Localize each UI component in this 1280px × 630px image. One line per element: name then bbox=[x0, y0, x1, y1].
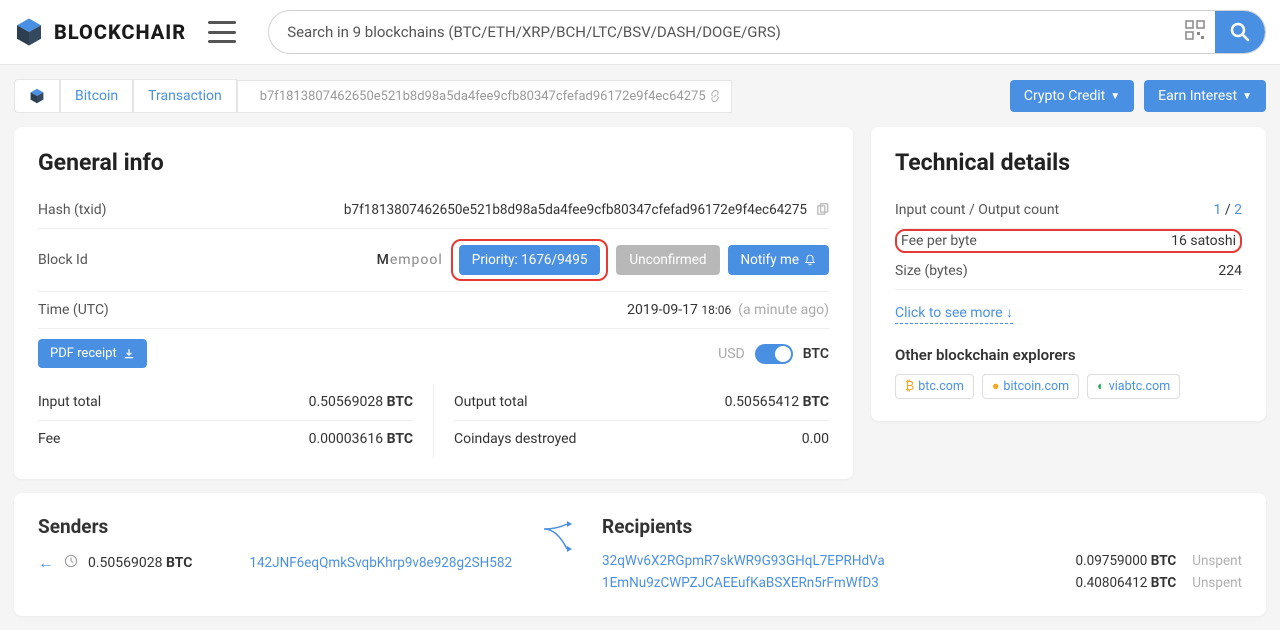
recipient-address-1[interactable]: 32qWv6X2RGpmR7skWR9G93GHqL7EPRHdVa bbox=[602, 553, 885, 569]
mempool-label: Mempool bbox=[377, 252, 443, 268]
time-label: Time (UTC) bbox=[38, 302, 109, 318]
breadcrumb-coin[interactable]: Bitcoin bbox=[60, 79, 133, 113]
sender-address[interactable]: 142JNF6eqQmkSvqbKhrp9v8e928g2SH582 bbox=[249, 555, 512, 571]
recipient-row-2: 1EmNu9zCWPZJCAEEufKaBSXERn5rFmWfD3 0.408… bbox=[602, 572, 1242, 594]
search-icon bbox=[1230, 22, 1250, 42]
site-header: BLOCKCHAIR Search in 9 blockchains (BTC/… bbox=[0, 0, 1280, 65]
hash-label: Hash (txid) bbox=[38, 202, 107, 218]
unspent-badge: Unspent bbox=[1192, 553, 1242, 569]
explorer-viabtc-com[interactable]: ◐viabtc.com bbox=[1087, 374, 1180, 399]
recipient-address-2[interactable]: 1EmNu9zCWPZJCAEEufKaBSXERn5rFmWfD3 bbox=[602, 575, 879, 591]
priority-badge[interactable]: Priority: 1676/9495 bbox=[459, 245, 601, 275]
see-more-link[interactable]: Click to see more ↓ bbox=[895, 304, 1013, 324]
flow-connector-icon bbox=[542, 515, 572, 563]
logo-cube-icon bbox=[14, 17, 44, 47]
breadcrumb-bar: Bitcoin Transaction b7f1813807462650e521… bbox=[0, 65, 1280, 113]
bell-icon bbox=[804, 254, 816, 266]
recipients-title: Recipients bbox=[602, 515, 1242, 538]
io-count-row: Input count / Output count 1 / 2 bbox=[895, 192, 1242, 229]
explorer-bitcoin-com[interactable]: ●bitcoin.com bbox=[982, 374, 1079, 399]
menu-button[interactable] bbox=[208, 21, 236, 43]
hash-value: b7f1813807462650e521b8d98a5da4fee9cfb803… bbox=[344, 202, 807, 218]
coin-icon bbox=[29, 88, 45, 104]
pdf-receipt-button[interactable]: PDF receipt bbox=[38, 339, 147, 368]
search-bar: Search in 9 blockchains (BTC/ETH/XRP/BCH… bbox=[268, 10, 1266, 54]
currency-toggle: USD BTC bbox=[718, 344, 829, 364]
fee-row: Fee 0.00003616 BTC bbox=[38, 421, 413, 457]
controls-row: PDF receipt USD BTC bbox=[38, 329, 829, 378]
output-total-row: Output total 0.50565412 BTC bbox=[454, 384, 829, 421]
coindays-row: Coindays destroyed 0.00 bbox=[454, 421, 829, 457]
breadcrumb-type[interactable]: Transaction bbox=[133, 79, 237, 113]
unspent-badge: Unspent bbox=[1192, 575, 1242, 591]
qr-icon[interactable] bbox=[1175, 20, 1215, 44]
general-info-card: General info Hash (txid) b7f181380746265… bbox=[14, 127, 853, 479]
logo-text: BLOCKCHAIR bbox=[54, 20, 186, 44]
senders-recipients-card: Senders ← 0.50569028 BTC 142JNF6eqQmkSvq… bbox=[14, 493, 1266, 616]
block-id-row: Block Id Mempool Priority: 1676/9495 Unc… bbox=[38, 229, 829, 292]
clock-icon bbox=[64, 554, 78, 572]
breadcrumb-home[interactable] bbox=[14, 79, 60, 113]
back-arrow-icon[interactable]: ← bbox=[38, 553, 54, 573]
hash-row: Hash (txid) b7f1813807462650e521b8d98a5d… bbox=[38, 192, 829, 229]
breadcrumb-txid: b7f1813807462650e521b8d98a5da4fee9cfb803… bbox=[237, 80, 732, 113]
input-total-row: Input total 0.50569028 BTC bbox=[38, 384, 413, 421]
download-icon bbox=[123, 348, 135, 360]
sender-row: ← 0.50569028 BTC 142JNF6eqQmkSvqbKhrp9v8… bbox=[38, 550, 512, 576]
fee-per-byte-row: Fee per byte 16 satoshi bbox=[895, 229, 1242, 253]
crypto-credit-button[interactable]: Crypto Credit▼ bbox=[1010, 80, 1134, 112]
technical-details-card: Technical details Input count / Output c… bbox=[871, 127, 1266, 421]
copy-icon[interactable] bbox=[815, 203, 829, 217]
senders-title: Senders bbox=[38, 515, 512, 538]
time-row: Time (UTC) 2019-09-17 18:06 (a minute ag… bbox=[38, 292, 829, 329]
unconfirmed-badge: Unconfirmed bbox=[616, 245, 719, 275]
explorer-btc-com[interactable]: ₿btc.com bbox=[895, 374, 974, 399]
notify-button[interactable]: Notify me bbox=[728, 245, 829, 275]
technical-title: Technical details bbox=[895, 149, 1242, 176]
other-explorers-title: Other blockchain explorers bbox=[895, 346, 1242, 364]
search-input[interactable]: Search in 9 blockchains (BTC/ETH/XRP/BCH… bbox=[269, 23, 1175, 41]
earn-interest-button[interactable]: Earn Interest▼ bbox=[1144, 80, 1266, 112]
general-info-title: General info bbox=[38, 149, 829, 176]
link-icon[interactable] bbox=[709, 90, 721, 102]
search-button[interactable] bbox=[1215, 10, 1265, 54]
logo[interactable]: BLOCKCHAIR bbox=[14, 17, 186, 47]
usd-btc-toggle[interactable] bbox=[755, 344, 793, 364]
breadcrumb: Bitcoin Transaction b7f1813807462650e521… bbox=[14, 79, 1000, 113]
recipient-row-1: 32qWv6X2RGpmR7skWR9G93GHqL7EPRHdVa 0.097… bbox=[602, 550, 1242, 572]
block-id-label: Block Id bbox=[38, 252, 88, 268]
size-row: Size (bytes) 224 bbox=[895, 253, 1242, 290]
